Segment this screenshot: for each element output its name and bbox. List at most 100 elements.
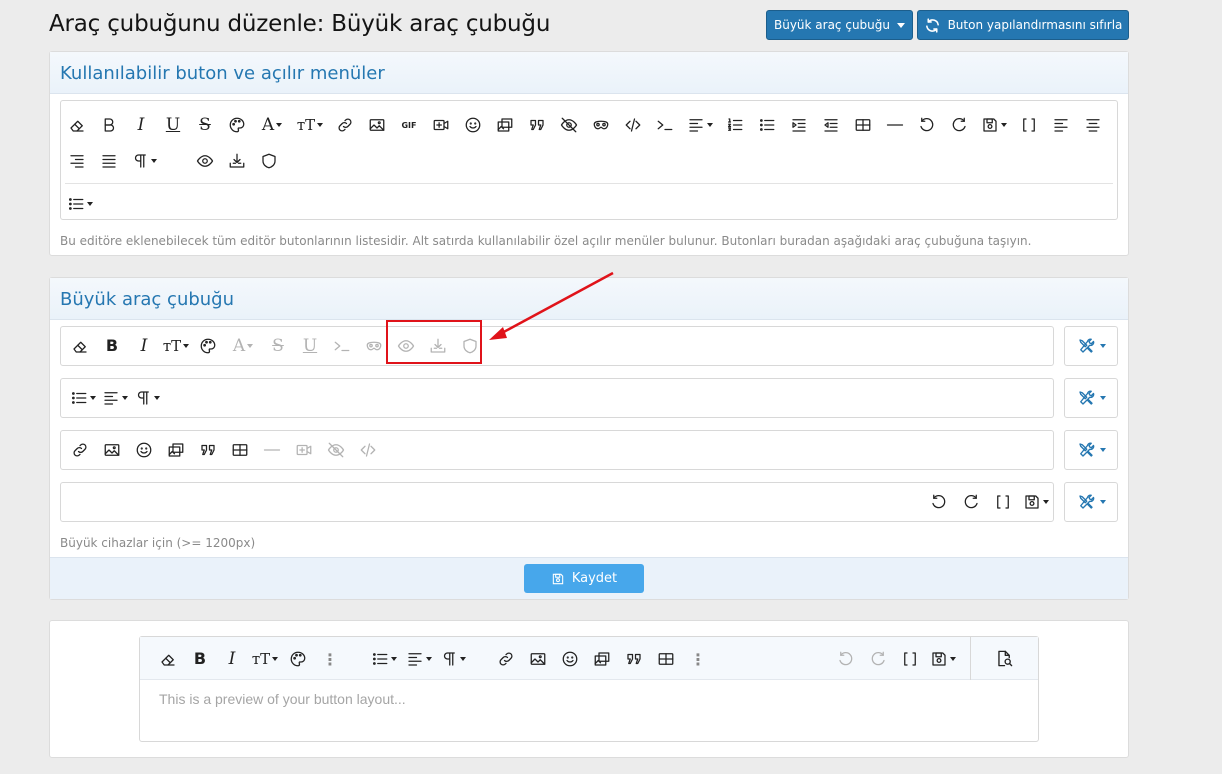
eraser-icon[interactable]	[152, 643, 184, 675]
italic-icon[interactable]: I	[128, 330, 160, 362]
terminal-icon[interactable]	[649, 109, 681, 141]
table-icon[interactable]	[650, 643, 682, 675]
undo-icon[interactable]	[923, 486, 955, 518]
brackets-icon[interactable]	[1013, 109, 1045, 141]
download-icon[interactable]	[221, 145, 253, 177]
align-left-icon[interactable]	[1045, 109, 1077, 141]
font-family-dropdown-icon[interactable]: A	[224, 330, 262, 362]
paragraph-dropdown-icon[interactable]	[125, 145, 163, 177]
image-icon[interactable]	[361, 109, 393, 141]
eraser-icon[interactable]	[64, 330, 96, 362]
toolbar-row-3[interactable]	[60, 430, 1054, 470]
code-icon[interactable]	[617, 109, 649, 141]
smile-icon[interactable]	[128, 434, 160, 466]
font-size-dropdown-icon[interactable]: тT	[291, 109, 329, 141]
more-vertical-icon[interactable]: ⋮	[314, 643, 346, 675]
row-1-tools-button[interactable]	[1064, 326, 1118, 366]
eye-icon[interactable]	[189, 145, 221, 177]
link-icon[interactable]	[64, 434, 96, 466]
align-center-icon[interactable]	[1077, 109, 1109, 141]
redo-icon[interactable]	[943, 109, 975, 141]
align-dropdown-icon[interactable]	[681, 109, 719, 141]
preview-toggle-button[interactable]	[970, 637, 1038, 680]
smile-icon[interactable]	[554, 643, 586, 675]
media-icon[interactable]	[586, 643, 618, 675]
palette-icon[interactable]	[282, 643, 314, 675]
underline-icon[interactable]: U	[157, 109, 189, 141]
font-size-dropdown-icon[interactable]: тT	[160, 330, 192, 362]
align-justify-icon[interactable]	[93, 145, 125, 177]
bold-icon[interactable]: B	[184, 643, 216, 675]
row-3-tools-button[interactable]	[1064, 430, 1118, 470]
redo-icon[interactable]	[955, 486, 987, 518]
quote-icon[interactable]	[192, 434, 224, 466]
palette-icon[interactable]	[221, 109, 253, 141]
annotation-highlight-box	[386, 320, 482, 364]
paragraph-dropdown-icon[interactable]	[436, 643, 470, 675]
toolbar-row-1[interactable]: B I тT A S U	[60, 326, 1054, 366]
link-icon[interactable]	[329, 109, 361, 141]
quote-icon[interactable]	[521, 109, 553, 141]
palette-icon[interactable]	[192, 330, 224, 362]
eraser-icon[interactable]	[61, 109, 93, 141]
save-button[interactable]: Kaydet	[524, 564, 644, 593]
link-icon[interactable]	[490, 643, 522, 675]
unordered-list-icon[interactable]	[751, 109, 783, 141]
horizontal-rule-icon[interactable]	[256, 434, 288, 466]
row-4-tools-button[interactable]	[1064, 482, 1118, 522]
eye-slash-icon[interactable]	[320, 434, 352, 466]
list-dropdown-icon[interactable]	[366, 643, 402, 675]
bold-icon[interactable]: B	[96, 330, 128, 362]
brackets-icon[interactable]	[894, 643, 926, 675]
horizontal-rule-icon[interactable]	[879, 109, 911, 141]
gif-icon[interactable]: GIF	[393, 109, 425, 141]
media-icon[interactable]	[160, 434, 192, 466]
undo-icon[interactable]	[911, 109, 943, 141]
align-dropdown-icon[interactable]	[99, 382, 131, 414]
strikethrough-icon[interactable]: S	[189, 109, 221, 141]
strikethrough-icon[interactable]: S	[262, 330, 294, 362]
image-icon[interactable]	[522, 643, 554, 675]
terminal-icon[interactable]	[326, 330, 358, 362]
italic-icon[interactable]: I	[125, 109, 157, 141]
media-icon[interactable]	[489, 109, 521, 141]
smile-icon[interactable]	[457, 109, 489, 141]
outdent-icon[interactable]	[815, 109, 847, 141]
toolbar-row-2[interactable]	[60, 378, 1054, 418]
save-dropdown-icon[interactable]	[975, 109, 1013, 141]
redo-icon[interactable]	[862, 643, 894, 675]
list-dropdown-icon[interactable]	[67, 382, 99, 414]
underline-icon[interactable]: U	[294, 330, 326, 362]
list-dropdown-icon[interactable]	[61, 188, 99, 220]
mask-icon[interactable]	[585, 109, 617, 141]
brackets-icon[interactable]	[987, 486, 1019, 518]
row-2-tools-button[interactable]	[1064, 378, 1118, 418]
save-dropdown-icon[interactable]	[1019, 486, 1053, 518]
video-icon[interactable]	[425, 109, 457, 141]
table-icon[interactable]	[847, 109, 879, 141]
font-size-dropdown-icon[interactable]: тT	[248, 643, 282, 675]
align-dropdown-icon[interactable]	[402, 643, 436, 675]
reset-button-label: Buton yapılandırmasını sıfırla	[947, 18, 1123, 32]
paragraph-dropdown-icon[interactable]	[131, 382, 163, 414]
indent-icon[interactable]	[783, 109, 815, 141]
eye-slash-icon[interactable]	[553, 109, 585, 141]
font-family-dropdown-icon[interactable]: A	[253, 109, 291, 141]
save-dropdown-icon[interactable]	[926, 643, 960, 675]
video-icon[interactable]	[288, 434, 320, 466]
toolbar-row-4[interactable]	[60, 482, 1054, 522]
shield-icon[interactable]	[253, 145, 285, 177]
image-icon[interactable]	[96, 434, 128, 466]
italic-icon[interactable]: I	[216, 643, 248, 675]
undo-icon[interactable]	[830, 643, 862, 675]
reset-button-config-button[interactable]: Buton yapılandırmasını sıfırla	[917, 10, 1129, 40]
ordered-list-icon[interactable]	[719, 109, 751, 141]
quote-icon[interactable]	[618, 643, 650, 675]
table-icon[interactable]	[224, 434, 256, 466]
align-right-icon[interactable]	[61, 145, 93, 177]
more-vertical-icon[interactable]: ⋮	[682, 643, 714, 675]
bold-icon[interactable]	[93, 109, 125, 141]
toolbar-size-dropdown[interactable]: Büyük araç çubuğu	[766, 10, 913, 40]
code-icon[interactable]	[352, 434, 384, 466]
